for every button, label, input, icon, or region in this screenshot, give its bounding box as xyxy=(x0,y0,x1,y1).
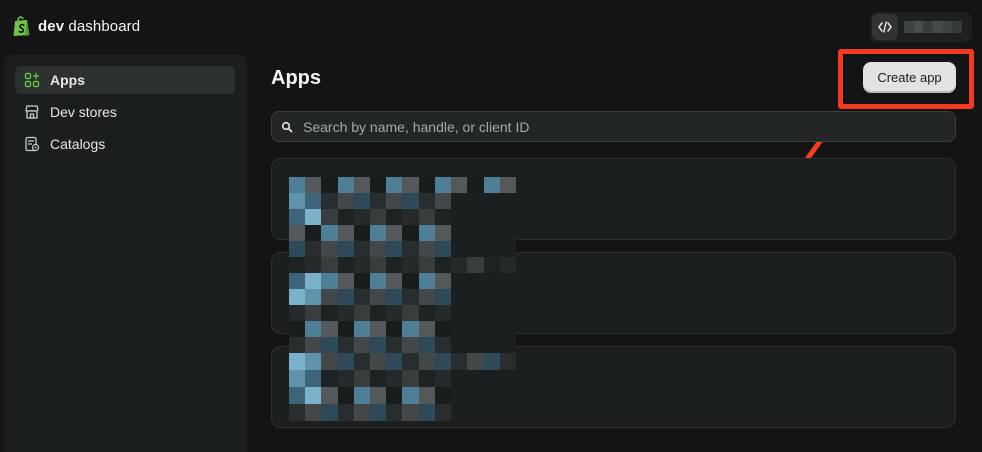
redacted-account-name xyxy=(904,21,963,33)
sidebar: Apps Dev stores Catalogs xyxy=(4,54,247,452)
sidebar-item-label: Apps xyxy=(50,72,85,88)
brand[interactable]: dev dashboard xyxy=(12,14,140,38)
top-bar: dev dashboard xyxy=(0,0,982,52)
sidebar-item-label: Dev stores xyxy=(50,104,117,120)
page-title: Apps xyxy=(271,67,321,89)
search-icon xyxy=(281,121,293,132)
redacted-app-info xyxy=(289,257,516,353)
redacted-app-info xyxy=(289,353,516,421)
redacted-app-info xyxy=(289,177,516,257)
create-app-button[interactable]: Create app xyxy=(863,62,956,93)
store-icon xyxy=(25,105,39,119)
sidebar-item-label: Catalogs xyxy=(50,136,106,152)
shopify-bag-logo-icon xyxy=(13,16,30,36)
account-menu[interactable] xyxy=(870,12,972,42)
code-brackets-icon[interactable] xyxy=(872,14,898,40)
catalog-icon xyxy=(25,136,40,152)
search-input[interactable] xyxy=(303,118,955,135)
apps-grid-icon xyxy=(24,72,40,88)
sidebar-item-apps[interactable]: Apps xyxy=(15,66,235,94)
search-bar[interactable] xyxy=(271,111,956,142)
sidebar-item-catalogs[interactable]: Catalogs xyxy=(15,130,235,158)
sidebar-item-dev-stores[interactable]: Dev stores xyxy=(15,98,235,126)
brand-title: dev dashboard xyxy=(38,17,141,35)
